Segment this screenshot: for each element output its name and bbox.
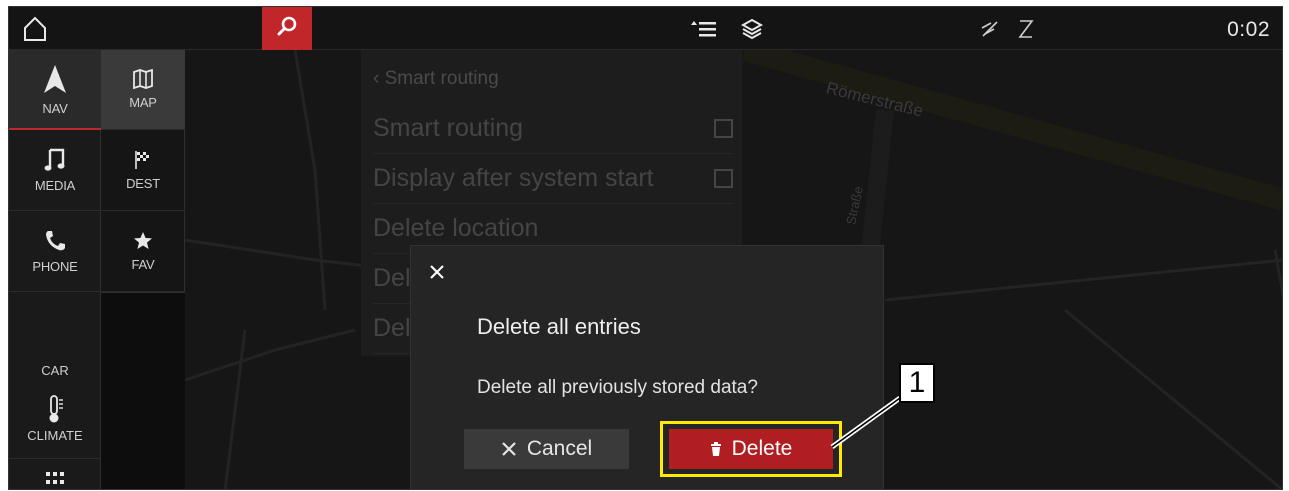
phone-icon — [46, 231, 65, 251]
sidebar-item-climate[interactable]: CLIMATE — [9, 383, 101, 453]
settings-row-label: Del — [373, 314, 411, 342]
trash-icon — [710, 442, 721, 456]
cancel-button[interactable]: Cancel — [464, 429, 629, 469]
settings-row-label: Smart routing — [373, 114, 524, 142]
sidebar-item-label: NAV — [42, 100, 68, 116]
sidebar-item-phone[interactable]: PHONE — [9, 212, 101, 292]
thermometer-icon — [49, 394, 63, 422]
checkbox[interactable] — [714, 169, 733, 188]
star-icon — [134, 232, 152, 249]
cancel-button-label: Cancel — [526, 437, 593, 460]
sidebar-item-nav[interactable]: NAV — [9, 50, 101, 130]
apps-grid-icon[interactable] — [9, 458, 101, 489]
music-note-icon — [44, 148, 65, 171]
sidebar-item-label: CAR — [41, 363, 69, 378]
home-icon[interactable] — [17, 13, 53, 45]
route-list-icon[interactable] — [685, 16, 721, 42]
back-link[interactable]: ‹ Smart routing — [373, 68, 499, 90]
navigation-arrow-icon — [44, 64, 66, 93]
phone-off-icon — [1011, 17, 1041, 41]
map-icon — [133, 69, 153, 89]
delete-button[interactable]: Delete — [669, 429, 833, 469]
sidebar-item-label: FAV — [131, 257, 155, 272]
sidebar-item-label: MAP — [129, 95, 157, 110]
clock-time: 0:02 — [1227, 18, 1270, 41]
infotainment-screen: 0:02 NAV MEDIA PHONE CAR CLIMATE MAP DES… — [8, 6, 1283, 490]
sidebar-item-label: PHONE — [32, 259, 78, 274]
sidebar-item-media[interactable]: MEDIA — [9, 131, 101, 211]
callout-number: 1 — [899, 363, 935, 403]
settings-row-label: Delete location — [373, 214, 539, 242]
close-icon[interactable] — [427, 262, 447, 282]
delete-button-label: Delete — [731, 437, 793, 460]
sidebar-item-car[interactable]: CAR — [9, 338, 101, 378]
sidebar-item-label: DEST — [126, 176, 160, 191]
settings-row-display-after-start[interactable]: Display after system start — [373, 154, 733, 204]
settings-row-label: Display after system start — [373, 164, 654, 192]
sidebar-item-label: MEDIA — [34, 178, 76, 193]
nav-sub-sidebar: MAP DEST FAV — [101, 50, 185, 293]
search-icon — [276, 15, 298, 42]
callout-label: 1 — [908, 366, 926, 399]
delete-confirmation-dialog: Delete all entries Delete all previously… — [410, 245, 884, 489]
dialog-message: Delete all previously stored data? — [477, 377, 758, 398]
checkered-flag-icon — [135, 151, 149, 169]
search-button[interactable] — [262, 7, 312, 50]
checkbox[interactable] — [714, 119, 733, 138]
map-offline-icon — [975, 17, 1005, 41]
settings-row-label: Del — [373, 264, 411, 292]
close-icon — [502, 442, 516, 456]
sidebar-item-fav[interactable]: FAV — [101, 212, 185, 292]
sidebar-item-map[interactable]: MAP — [101, 50, 185, 130]
dialog-title: Delete all entries — [477, 314, 641, 339]
sidebar-item-label: CLIMATE — [27, 427, 83, 443]
top-bar: 0:02 — [9, 7, 1282, 50]
sidebar-item-dest[interactable]: DEST — [101, 131, 185, 211]
layers-icon[interactable] — [737, 16, 767, 42]
delete-button-highlight: Delete — [660, 421, 842, 477]
main-sidebar: NAV MEDIA PHONE CAR CLIMATE — [9, 50, 101, 489]
settings-row-smart-routing[interactable]: Smart routing — [373, 104, 733, 154]
